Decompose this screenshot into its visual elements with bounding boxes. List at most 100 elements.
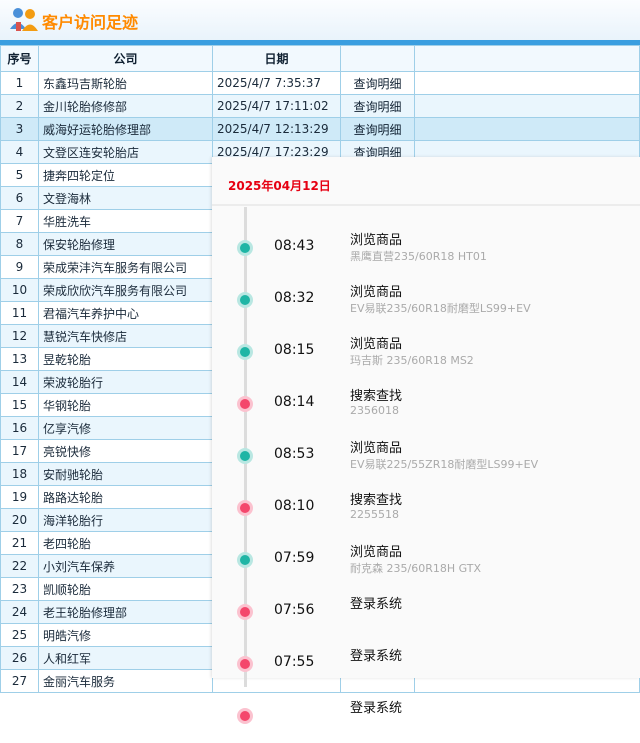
row-company: 华胜洗车 <box>38 209 213 233</box>
row-company: 保安轮胎修理 <box>38 232 213 256</box>
event-action: 浏览商品 <box>350 545 403 560</box>
timeline-dot-icon <box>240 451 250 461</box>
column-header-blank <box>414 45 640 72</box>
row-number: 18 <box>0 462 39 486</box>
row-number: 16 <box>0 416 39 440</box>
row-number: 3 <box>0 117 39 141</box>
timeline-event: 08:53 浏览商品 EV易联225/55ZR18耐磨型LS99+EV <box>212 437 640 483</box>
page-header: 客户访问足迹 <box>0 0 640 45</box>
column-header-action <box>340 45 415 72</box>
row-number: 23 <box>0 577 39 601</box>
event-detail: 黑鹰直营235/60R18 HT01 <box>350 250 487 263</box>
timeline-dot-icon <box>240 659 250 669</box>
event-detail: 2255518 <box>350 508 399 521</box>
row-number: 26 <box>0 646 39 670</box>
timeline-dot-icon <box>240 555 250 565</box>
row-date: 2025/4/7 12:13:29 <box>212 117 341 141</box>
row-company: 老四轮胎 <box>38 531 213 555</box>
row-company: 老王轮胎修理部 <box>38 600 213 624</box>
row-company: 慧锐汽车快修店 <box>38 324 213 348</box>
event-detail: 玛吉斯 235/60R18 MS2 <box>350 354 474 367</box>
timeline-event: 08:10 搜索查找 2255518 <box>212 489 640 535</box>
users-icon <box>10 8 38 31</box>
row-company: 金丽汽车服务 <box>38 669 213 693</box>
timeline-event: 08:15 浏览商品 玛吉斯 235/60R18 MS2 <box>212 333 640 379</box>
row-number: 13 <box>0 347 39 371</box>
row-date: 2025/4/7 7:35:37 <box>212 71 341 95</box>
row-number: 21 <box>0 531 39 555</box>
row-company: 荣波轮胎行 <box>38 370 213 394</box>
row-blank <box>414 71 640 95</box>
event-detail: EV易联235/60R18耐磨型LS99+EV <box>350 302 531 315</box>
row-number: 2 <box>0 94 39 118</box>
table-header-row: 序号 公司 日期 <box>0 45 640 72</box>
view-detail-link[interactable]: 查询明细 <box>340 94 415 118</box>
event-action: 登录系统 <box>350 649 403 664</box>
row-company: 华钢轮胎 <box>38 393 213 417</box>
timeline-event: 07:56 登录系统 <box>212 593 640 639</box>
table-row[interactable]: 3 威海好运轮胎修理部 2025/4/7 12:13:29 查询明细 <box>0 117 640 141</box>
event-action: 登录系统 <box>350 597 403 612</box>
row-company: 荣成欣欣汽车服务有限公司 <box>38 278 213 302</box>
panel-date: 2025年04月12日 <box>228 179 331 193</box>
table-row[interactable]: 1 东鑫玛吉斯轮胎 2025/4/7 7:35:37 查询明细 <box>0 71 640 95</box>
timeline-dot-icon <box>240 503 250 513</box>
row-number: 10 <box>0 278 39 302</box>
event-time: 08:53 <box>274 446 315 462</box>
event-action: 搜索查找 <box>350 389 403 404</box>
row-company: 金川轮胎修修部 <box>38 94 213 118</box>
row-company: 捷奔四轮定位 <box>38 163 213 187</box>
table-row[interactable]: 2 金川轮胎修修部 2025/4/7 17:11:02 查询明细 <box>0 94 640 118</box>
detail-panel: 2025年04月12日 08:43 浏览商品 黑鹰直营235/60R18 HT01 0… <box>212 157 640 721</box>
row-number: 19 <box>0 485 39 509</box>
timeline-event: 07:55 登录系统 <box>212 645 640 691</box>
row-company: 人和红军 <box>38 646 213 670</box>
timeline-dot-icon <box>240 243 250 253</box>
row-company: 海洋轮胎行 <box>38 508 213 532</box>
event-detail: 耐克森 235/60R18H GTX <box>350 562 481 575</box>
row-blank <box>414 117 640 141</box>
page-title: 客户访问足迹 <box>42 13 139 32</box>
row-company: 小刘汽车保养 <box>38 554 213 578</box>
event-time: 08:43 <box>274 238 315 254</box>
row-number: 1 <box>0 71 39 95</box>
row-number: 15 <box>0 393 39 417</box>
row-number: 20 <box>0 508 39 532</box>
row-company: 文登区连安轮胎店 <box>38 140 213 164</box>
view-detail-link[interactable]: 查询明细 <box>340 117 415 141</box>
event-time: 07:56 <box>274 602 315 618</box>
event-action: 浏览商品 <box>350 233 403 248</box>
column-header-date: 日期 <box>212 45 341 72</box>
event-action: 浏览商品 <box>350 285 403 300</box>
row-company: 昱乾轮胎 <box>38 347 213 371</box>
timeline-dot-icon <box>240 607 250 617</box>
timeline-event: 08:43 浏览商品黑鹰直营235/60R18 HT01 <box>212 229 640 275</box>
timeline-event: 登录系统 <box>212 697 640 743</box>
event-time: 08:32 <box>274 290 315 306</box>
row-number: 27 <box>0 669 39 693</box>
view-detail-link[interactable]: 查询明细 <box>340 71 415 95</box>
row-company: 文登海林 <box>38 186 213 210</box>
row-number: 14 <box>0 370 39 394</box>
timeline-event: 08:14 搜索查找 2356018 <box>212 385 640 431</box>
row-number: 5 <box>0 163 39 187</box>
event-time: 07:55 <box>274 654 315 670</box>
row-number: 4 <box>0 140 39 164</box>
event-detail: EV易联225/55ZR18耐磨型LS99+EV <box>350 458 539 471</box>
row-company: 东鑫玛吉斯轮胎 <box>38 71 213 95</box>
event-detail: 2356018 <box>350 404 399 417</box>
column-header-no: 序号 <box>0 45 39 72</box>
row-number: 6 <box>0 186 39 210</box>
row-number: 12 <box>0 324 39 348</box>
event-time: 08:15 <box>274 342 315 358</box>
timeline-dot-icon <box>240 399 250 409</box>
panel-divider <box>212 204 640 206</box>
timeline-dot-icon <box>240 347 250 357</box>
column-header-company: 公司 <box>38 45 213 72</box>
event-time: 08:10 <box>274 498 315 514</box>
timeline-dot-icon <box>240 711 250 721</box>
timeline-dot-icon <box>240 295 250 305</box>
row-number: 11 <box>0 301 39 325</box>
event-action: 登录系统 <box>350 701 403 716</box>
row-number: 25 <box>0 623 39 647</box>
